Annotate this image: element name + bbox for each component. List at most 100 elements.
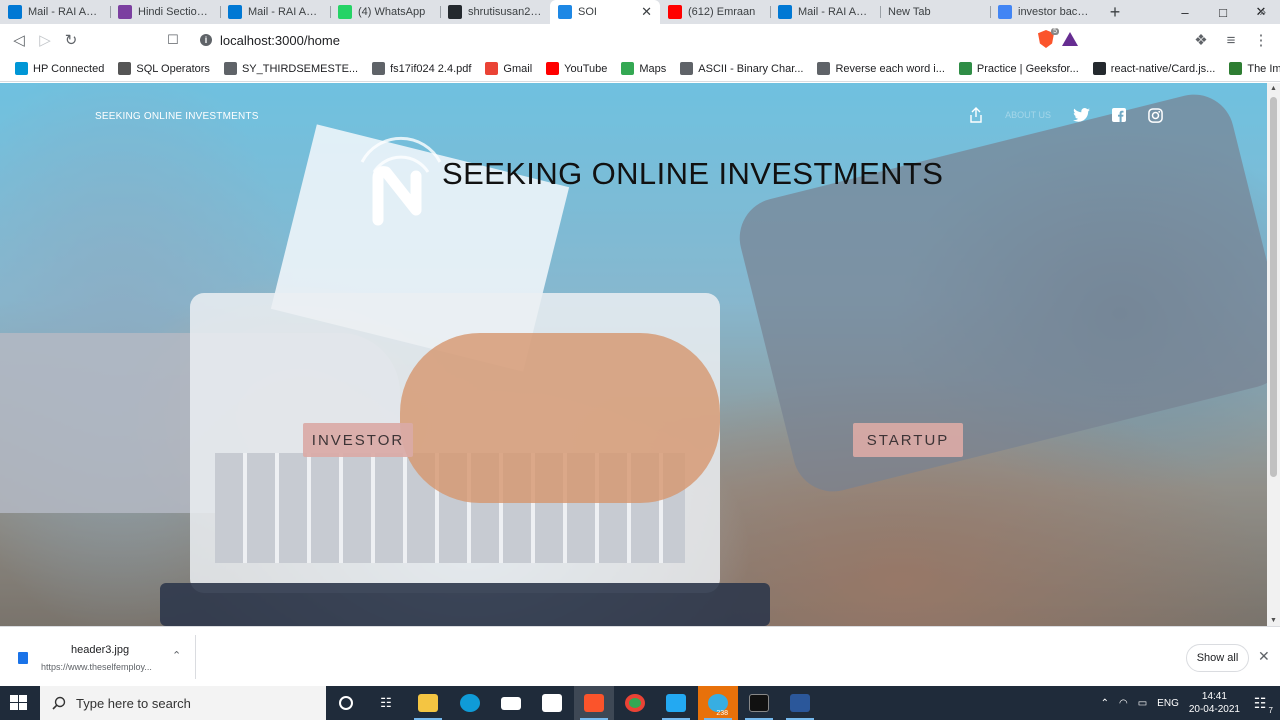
- show-all-downloads-button[interactable]: Show all: [1186, 644, 1249, 672]
- brave-rewards-icon[interactable]: [1062, 32, 1078, 46]
- forward-button[interactable]: ▷: [32, 27, 58, 53]
- bookmark-item[interactable]: Reverse each word i...: [810, 62, 951, 75]
- twitter-icon[interactable]: [1073, 108, 1090, 122]
- bookmark-item[interactable]: Maps: [614, 62, 673, 75]
- bookmark-label: SY_THIRDSEMESTE...: [241, 62, 359, 75]
- browser-tab[interactable]: investor backgrou: [990, 0, 1100, 24]
- browser-tab[interactable]: Mail - RAI ABHISHEK: [770, 0, 880, 24]
- edge-icon[interactable]: [450, 686, 490, 720]
- terminal-icon[interactable]: [739, 686, 779, 720]
- browser-tab[interactable]: (4) WhatsApp: [330, 0, 440, 24]
- task-view-icon[interactable]: ☷: [366, 686, 406, 720]
- chrome-icon[interactable]: [615, 686, 655, 720]
- vscode-icon[interactable]: [656, 686, 696, 720]
- url-text[interactable]: localhost:3000/home: [220, 33, 340, 48]
- chevron-up-icon[interactable]: ⌃: [1101, 698, 1109, 709]
- bookmark-label: Reverse each word i...: [835, 62, 945, 75]
- image-file-icon: [18, 652, 28, 664]
- bookmark-item[interactable]: The Importance of...: [1222, 62, 1280, 75]
- bookmark-item[interactable]: SY_THIRDSEMESTE...: [217, 62, 365, 75]
- hero-image-laptop-base: [160, 583, 770, 626]
- browser-tab[interactable]: Hindi Section Indu: [110, 0, 220, 24]
- bookmark-label: ASCII - Binary Char...: [698, 62, 804, 75]
- download-item[interactable]: header3.jpg https://www.theselfemploy...…: [12, 635, 196, 679]
- bookmark-item[interactable]: Gmail: [478, 62, 539, 75]
- wifi-icon[interactable]: ◠: [1119, 698, 1128, 709]
- word-icon[interactable]: [780, 686, 820, 720]
- bookmark-label: The Importance of...: [1247, 62, 1280, 75]
- maximize-button[interactable]: □: [1204, 0, 1242, 24]
- hero-headline: SEEKING ONLINE INVESTMENTS: [442, 156, 944, 191]
- browser-tab[interactable]: (612) Emraan: [660, 0, 770, 24]
- clock-date: 20-04-2021: [1188, 704, 1240, 715]
- browser-tab[interactable]: SOI ✕: [550, 0, 660, 24]
- store-icon[interactable]: [532, 686, 572, 720]
- bookmarks-bar: HP Connected SQL Operators SY_THIRDSEMESTE…: [0, 56, 1280, 82]
- tab-title: investor backgrou: [1018, 6, 1092, 18]
- startup-button[interactable]: STARTUP: [853, 423, 963, 457]
- tab-title: (612) Emraan: [688, 6, 756, 18]
- taskbar-clock[interactable]: 14:41 20-04-2021: [1189, 690, 1240, 716]
- browser-tab[interactable]: Mail - RAI ABHISHEK: [0, 0, 110, 24]
- windows-start-icon[interactable]: [10, 695, 28, 711]
- facebook-icon[interactable]: [1112, 108, 1126, 122]
- page-viewport: SEEKING ONLINE INVESTMENTS ABOUT US SEEK…: [0, 83, 1267, 626]
- browser-tab[interactable]: New Tab: [880, 0, 990, 24]
- battery-icon[interactable]: ▭: [1138, 698, 1147, 709]
- mail-icon[interactable]: [491, 686, 531, 720]
- bookmark-item[interactable]: react-native/Card.js...: [1086, 62, 1223, 75]
- taskbar-search-placeholder: Type here to search: [76, 695, 191, 711]
- taskbar-search-box[interactable]: Type here to search: [40, 686, 326, 720]
- youtube-icon: [668, 5, 682, 19]
- tab-title: Mail - RAI ABHISHEK: [798, 6, 872, 18]
- telegram-icon[interactable]: 238: [698, 686, 738, 720]
- menu-icon[interactable]: ⋮: [1248, 27, 1274, 53]
- brave-shields-icon[interactable]: 5: [1038, 28, 1059, 48]
- brave-browser-icon[interactable]: [574, 686, 614, 720]
- scroll-down-arrow-icon[interactable]: ▼: [1270, 617, 1277, 624]
- diamond-icon: [118, 62, 132, 75]
- site-brand[interactable]: SEEKING ONLINE INVESTMENTS: [95, 111, 259, 122]
- address-bar[interactable]: i localhost:3000/home 5: [190, 28, 1086, 52]
- browser-tab[interactable]: Mail - RAI ABHISHEK: [220, 0, 330, 24]
- cortana-icon[interactable]: [326, 686, 366, 720]
- bookmark-item[interactable]: YouTube: [539, 62, 614, 75]
- share-icon[interactable]: [969, 107, 983, 123]
- minimize-button[interactable]: –: [1166, 0, 1204, 24]
- bookmark-item[interactable]: ASCII - Binary Char...: [673, 62, 810, 75]
- media-controls-icon[interactable]: ≡: [1218, 27, 1244, 53]
- close-icon[interactable]: ✕: [1258, 648, 1270, 665]
- header-nav: ABOUT US: [969, 107, 1163, 123]
- about-us-link[interactable]: ABOUT US: [1005, 110, 1051, 120]
- file-explorer-icon[interactable]: [408, 686, 448, 720]
- chevron-up-icon[interactable]: ⌃: [172, 649, 181, 662]
- extensions-icon[interactable]: ❖: [1188, 27, 1214, 53]
- tab-title: New Tab: [888, 6, 931, 18]
- bookmark-page-icon[interactable]: ☐: [160, 27, 186, 53]
- tab-title: (4) WhatsApp: [358, 6, 426, 18]
- instagram-icon[interactable]: [1148, 107, 1163, 123]
- close-tab-icon[interactable]: ✕: [641, 4, 652, 20]
- tab-title: shrutisusan26/soi: [468, 6, 542, 18]
- new-tab-button[interactable]: +: [1100, 0, 1130, 24]
- brave-shields-badge: 5: [1051, 28, 1059, 35]
- bookmark-item[interactable]: HP Connected: [8, 62, 111, 75]
- bookmark-item[interactable]: fs17if024 2.4.pdf: [365, 62, 478, 75]
- back-button[interactable]: ◁: [6, 27, 32, 53]
- notification-count: 7: [1268, 706, 1273, 715]
- notification-center-icon[interactable]: ☷ 7: [1250, 693, 1273, 716]
- bookmarks-overflow-button[interactable]: »: [1259, 5, 1266, 19]
- site-info-icon[interactable]: i: [200, 34, 212, 46]
- reload-button[interactable]: ↻: [58, 27, 84, 53]
- page-scrollbar[interactable]: ▲ ▼: [1267, 83, 1280, 626]
- bookmark-item[interactable]: Practice | Geeksfor...: [952, 62, 1086, 75]
- forms-icon: [118, 5, 132, 19]
- browser-tab[interactable]: shrutisusan26/soi: [440, 0, 550, 24]
- bookmark-item[interactable]: SQL Operators: [111, 62, 217, 75]
- investor-button[interactable]: INVESTOR: [303, 423, 413, 457]
- scrollbar-thumb[interactable]: [1270, 97, 1277, 477]
- scroll-up-arrow-icon[interactable]: ▲: [1270, 85, 1277, 92]
- language-indicator[interactable]: ENG: [1157, 698, 1179, 709]
- bookmark-label: Practice | Geeksfor...: [976, 62, 1079, 75]
- download-shelf: header3.jpg https://www.theselfemploy...…: [0, 626, 1280, 686]
